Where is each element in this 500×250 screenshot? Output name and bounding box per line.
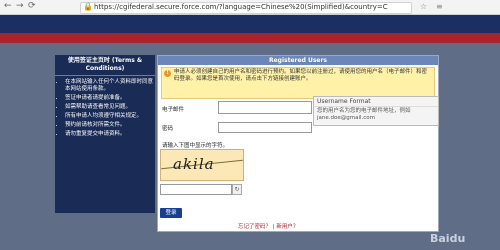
terms-panel: 使用签证主页时 (Terms & Conditions) 在本网站输入任何个人资…: [55, 55, 155, 213]
terms-list: 在本网站输入任何个人资料即时同意本网站使用条款。 签证申请者请提前准备。 如需帮…: [55, 79, 155, 138]
menu-icon[interactable]: ≡: [436, 2, 443, 11]
captcha-image: akila: [160, 149, 244, 181]
info-icon: !: [164, 70, 171, 77]
forgot-password-link[interactable]: 忘记了密码？: [238, 224, 271, 230]
captcha-input[interactable]: [160, 184, 232, 195]
captcha-text: akila: [173, 155, 215, 173]
email-field[interactable]: [218, 101, 312, 114]
reload-icon[interactable]: ⟳: [28, 1, 36, 11]
terms-title: 使用签证主页时 (Terms & Conditions): [55, 55, 155, 76]
forward-icon[interactable]: →: [16, 1, 24, 11]
tooltip-title: Username Format: [314, 97, 438, 107]
terms-item: 在本网站输入任何个人资料即时同意本网站使用条款。: [65, 79, 155, 93]
tooltip-body: 您的用户名为您的电子邮件地址，例如 jane.doe@gmail.com: [317, 108, 411, 121]
url-text[interactable]: https://cgifederal.secure.force.com/?lan…: [94, 2, 406, 12]
banner-stripe: [0, 33, 500, 43]
captcha-prompt: 请输入下图中显示的字符。: [162, 143, 229, 149]
star-icon[interactable]: ☆: [420, 2, 427, 11]
notice-box: ! 申请人必须创建自己的用户名和密码进行预约。如果您以前注册过，请使用您的用户名…: [161, 67, 435, 99]
email-label: 电子邮件: [162, 107, 185, 113]
username-tooltip: Username Format 您的用户名为您的电子邮件地址，例如 jane.d…: [313, 96, 439, 126]
password-field[interactable]: [218, 122, 312, 133]
password-label: 密码: [162, 126, 174, 132]
terms-item: 签证申请者请提前准备。: [65, 95, 155, 102]
terms-item: 预约前请核对所需文件。: [65, 122, 155, 129]
notice-text: 申请人必须创建自己的用户名和密码进行预约。如果您以前注册过，请使用您的用户名（电…: [174, 69, 428, 82]
register-link[interactable]: 新用户？: [276, 224, 298, 230]
browser-toolbar: ← → ⟳ 🔒 https://cgifederal.secure.force.…: [0, 0, 500, 15]
account-links: 忘记了密码？ | 新用户？: [238, 222, 298, 230]
terms-item: 请勿重复提交申请资料。: [65, 131, 155, 138]
terms-item: 所有申请人均须遵守相关规定。: [65, 113, 155, 120]
baidu-watermark: Baidu: [430, 232, 466, 245]
link-separator: |: [272, 224, 275, 230]
site-banner: [0, 15, 500, 43]
refresh-icon[interactable]: ↻: [232, 184, 242, 195]
lock-icon: 🔒: [83, 2, 93, 11]
back-icon[interactable]: ←: [4, 1, 12, 11]
panel-header: Registered Users: [158, 56, 438, 65]
login-button[interactable]: 登录: [160, 208, 182, 218]
terms-item: 如需帮助请查看常见问题。: [65, 104, 155, 111]
